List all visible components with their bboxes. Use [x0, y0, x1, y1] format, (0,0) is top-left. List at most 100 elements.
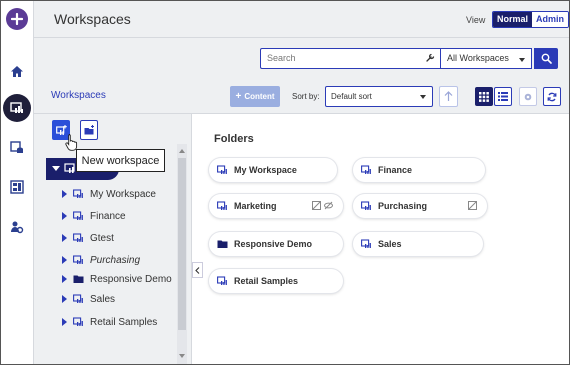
arrow-up-icon: [444, 91, 453, 101]
refresh-button[interactable]: [543, 87, 561, 106]
workspace-icon: [217, 201, 227, 210]
folder-card-label: Purchasing: [378, 201, 428, 211]
hidden-item-icon: [312, 201, 321, 210]
settings-button[interactable]: [519, 87, 537, 106]
tree-item-label: My Workspace: [90, 188, 156, 200]
workspace-icon: [361, 239, 371, 248]
workspace-icon: [73, 189, 83, 198]
cursor-hand-icon: [65, 133, 79, 154]
home-icon[interactable]: [5, 59, 29, 83]
grid-view-button[interactable]: [475, 87, 493, 106]
data-sources-icon[interactable]: [5, 135, 29, 159]
expand-down-icon: [52, 166, 60, 171]
page-title: Workspaces: [54, 11, 131, 27]
tree-item-label: Sales: [90, 293, 116, 305]
grid-icon: [479, 91, 489, 102]
content-button-label: Content: [244, 92, 275, 101]
folder-card-label: Sales: [378, 239, 402, 249]
card-flags: [468, 201, 477, 210]
tree-item-label: Finance: [90, 210, 126, 222]
list-view-button[interactable]: [494, 87, 512, 106]
sort-value: Default sort: [331, 92, 372, 101]
folder-card[interactable]: Responsive Demo: [209, 232, 343, 256]
search-icon: [541, 53, 552, 64]
refresh-icon: [547, 92, 557, 101]
new-folder-icon: [84, 125, 94, 135]
hidden-item-icon: [468, 201, 477, 210]
folder-icon: [217, 240, 228, 248]
expand-right-icon[interactable]: [62, 212, 67, 220]
dashboard-icon[interactable]: [5, 175, 29, 199]
sort-direction-button[interactable]: [439, 86, 458, 107]
view-admin-button[interactable]: Admin: [532, 12, 569, 27]
plus-icon: +: [235, 91, 242, 102]
folder-card[interactable]: My Workspace: [209, 158, 337, 182]
scroll-up-icon[interactable]: [179, 149, 185, 153]
breadcrumb[interactable]: Workspaces: [51, 90, 106, 101]
folder-card-label: Marketing: [234, 201, 277, 211]
add-icon[interactable]: [6, 8, 28, 30]
workspaces-icon[interactable]: [3, 94, 31, 122]
page-header: Workspaces View Normal Admin: [34, 0, 570, 38]
chevron-left-icon: [195, 266, 200, 274]
search-placeholder: Search: [267, 53, 296, 63]
scroll-down-icon[interactable]: [179, 354, 185, 358]
workspace-icon: [217, 165, 227, 174]
chevron-down-icon: [420, 95, 426, 99]
workspace-icon: [73, 255, 83, 264]
folders-heading: Folders: [214, 133, 254, 145]
view-toggle: Normal Admin: [492, 11, 570, 28]
workspace-icon: [361, 165, 371, 174]
tree-item[interactable]: My Workspace: [62, 186, 156, 202]
folder-card[interactable]: Sales: [353, 232, 483, 256]
expand-right-icon[interactable]: [62, 295, 67, 303]
expand-right-icon[interactable]: [62, 190, 67, 198]
folder-card[interactable]: Marketing: [209, 194, 343, 218]
expand-right-icon[interactable]: [62, 318, 67, 326]
sort-by-label: Sort by:: [292, 92, 320, 101]
wrench-icon[interactable]: [425, 52, 436, 66]
workspace-icon: [73, 211, 83, 220]
eye-off-icon: [324, 201, 333, 210]
expand-right-icon[interactable]: [62, 234, 67, 242]
tree-item[interactable]: Retail Samples: [62, 314, 157, 330]
left-rail: [0, 0, 34, 365]
folder-card[interactable]: Purchasing: [353, 194, 487, 218]
folder-icon: [73, 275, 84, 283]
sort-select[interactable]: Default sort: [325, 86, 433, 107]
workspace-scope-select[interactable]: All Workspaces: [440, 48, 532, 69]
collapse-panel-button[interactable]: [192, 262, 203, 278]
gear-icon: [524, 93, 532, 100]
view-label: View: [466, 15, 486, 25]
view-normal-button[interactable]: Normal: [493, 12, 533, 27]
workspace-icon: [73, 317, 83, 326]
tree-item[interactable]: Purchasing: [62, 252, 140, 268]
search-button[interactable]: [534, 48, 558, 69]
folder-card[interactable]: Finance: [353, 158, 485, 182]
list-icon: [498, 92, 508, 101]
tree-item-label: Responsive Demo: [90, 273, 172, 285]
scrollbar-thumb[interactable]: [178, 158, 186, 330]
search-bar-area: Search All Workspaces: [34, 38, 570, 78]
workspace-icon: [217, 276, 227, 285]
search-input[interactable]: Search: [260, 48, 440, 69]
expand-right-icon[interactable]: [62, 275, 67, 283]
add-content-button[interactable]: + Content: [230, 86, 280, 107]
tree-item[interactable]: Finance: [62, 208, 126, 224]
scope-value: All Workspaces: [447, 53, 509, 63]
folders-area: Folders My Workspace Finance Marketing P…: [203, 114, 570, 365]
expand-right-icon[interactable]: [62, 256, 67, 264]
card-flags: [312, 201, 333, 210]
folder-card-label: My Workspace: [234, 165, 297, 175]
tree-scrollbar[interactable]: [177, 144, 187, 365]
chevron-down-icon: [519, 58, 525, 62]
tree-item[interactable]: Sales: [62, 291, 115, 307]
tree-item-label: Purchasing: [90, 254, 141, 266]
tree-item[interactable]: Responsive Demo: [62, 271, 172, 287]
workspace-icon: [73, 233, 83, 242]
new-folder-button[interactable]: [80, 120, 98, 140]
folder-card[interactable]: Retail Samples: [209, 269, 343, 293]
tree-item[interactable]: Gtest: [62, 230, 114, 246]
users-icon[interactable]: [5, 215, 29, 239]
new-workspace-tooltip: New workspace: [76, 149, 165, 172]
